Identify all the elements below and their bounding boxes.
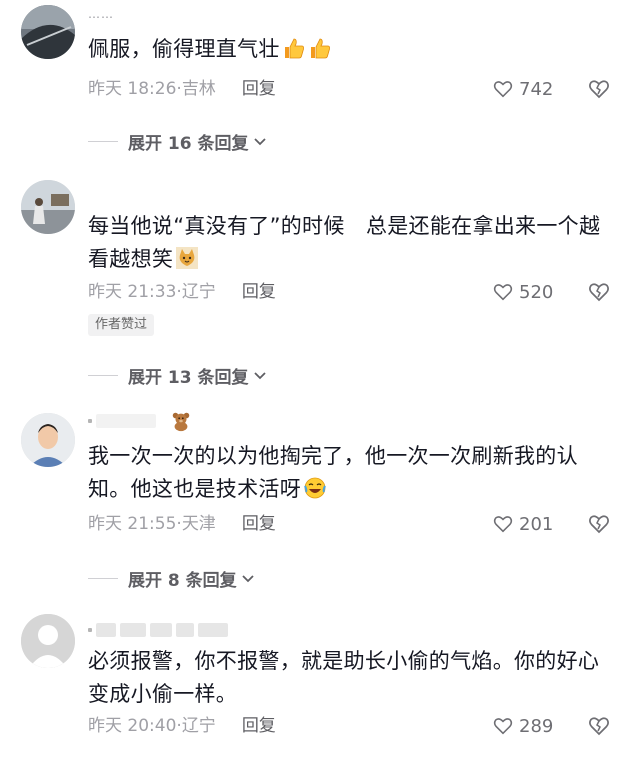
comment-text-content: 我一次一次的以为他掏完了，他一次一次刷新我的认知。他这也是技术活呀 [88, 444, 578, 501]
like-count: 742 [519, 78, 554, 100]
comment-text-content: 每当他说“真没有了”的时候 总是还能在拿出来一个越看越想笑 [88, 214, 601, 271]
expand-replies-label: 展开 13 条回复 [128, 367, 249, 388]
thumbs-up-icon [284, 38, 304, 59]
timestamp: 昨天 18:26 [88, 79, 177, 99]
comment-text: 我一次一次的以为他掏完了，他一次一次刷新我的认知。他这也是技术活呀 [88, 440, 618, 506]
heart-icon [493, 718, 513, 735]
comment-text-content: 必须报警，你不报警，就是助长小偷的气焰。你的好心变成小偷一样。 [88, 649, 600, 706]
cat-icon [176, 247, 199, 269]
avatar-image [21, 5, 75, 59]
location: 吉林 [181, 79, 216, 99]
like-button[interactable]: 289 [492, 714, 553, 738]
avatar[interactable] [21, 5, 75, 59]
expand-replies[interactable]: 展开 13 条回复 [88, 363, 268, 388]
divider-line [88, 374, 118, 376]
chevron-down-icon [242, 575, 254, 583]
username-blur [96, 414, 156, 428]
username-blur [150, 623, 172, 637]
chevron-down-icon [253, 138, 266, 146]
avatar-image [21, 180, 75, 234]
username-blur [88, 628, 92, 632]
comment-meta: 昨天 18:26·吉林 回复 [88, 77, 276, 101]
reply-button[interactable]: 回复 [242, 79, 276, 99]
expand-replies[interactable]: 展开 16 条回复 [88, 129, 268, 154]
like-button[interactable]: 201 [492, 512, 553, 536]
like-button[interactable]: 742 [492, 77, 553, 101]
dislike-icon[interactable] [587, 77, 611, 101]
expand-replies-label: 展开 16 条回复 [128, 133, 249, 154]
heart-icon [493, 81, 513, 98]
divider-line [88, 140, 118, 142]
username-blur [88, 419, 92, 423]
timestamp: 昨天 21:55 [88, 514, 177, 534]
dislike-icon[interactable] [587, 512, 611, 536]
username-blur [120, 623, 146, 637]
timestamp: 昨天 21:33 [88, 282, 177, 302]
timestamp: 昨天 20:40 [88, 716, 177, 736]
teddy-bear-icon [172, 412, 190, 432]
thumbs-up-icon [310, 38, 330, 59]
username[interactable] [88, 411, 192, 432]
comment-meta: 昨天 21:33·辽宁 回复 [88, 280, 276, 304]
dislike-icon[interactable] [587, 714, 611, 738]
author-liked-badge: 作者赞过 [88, 314, 155, 336]
laughing-crying-icon [304, 477, 326, 499]
like-button[interactable]: 520 [492, 280, 553, 304]
heart-icon [493, 284, 513, 301]
username[interactable] [88, 620, 228, 640]
username-blur [96, 623, 116, 637]
comment-meta: 昨天 21:55·天津 回复 [88, 512, 276, 536]
username-text: …… [88, 7, 114, 21]
reply-button[interactable]: 回复 [242, 716, 276, 736]
avatar[interactable] [21, 180, 75, 234]
location: 辽宁 [181, 282, 216, 302]
username[interactable]: …… [88, 4, 114, 24]
avatar[interactable] [21, 413, 75, 467]
like-count: 289 [519, 715, 554, 737]
comment-text-content: 佩服，偷得理直气壮 [88, 37, 280, 61]
avatar-image [21, 413, 75, 467]
like-count: 520 [519, 281, 554, 303]
like-count: 201 [519, 513, 554, 535]
divider-line [88, 577, 118, 579]
reply-button[interactable]: 回复 [242, 282, 276, 302]
location: 天津 [181, 514, 216, 534]
username-blur [176, 623, 194, 637]
reply-button[interactable]: 回复 [242, 514, 276, 534]
expand-replies-label: 展开 8 条回复 [128, 570, 237, 591]
username-blur [198, 623, 228, 637]
comment-text: 每当他说“真没有了”的时候 总是还能在拿出来一个越看越想笑 [88, 210, 618, 276]
comment-text: 佩服，偷得理直气壮 [88, 33, 618, 66]
expand-replies[interactable]: 展开 8 条回复 [88, 566, 256, 591]
heart-icon [493, 516, 513, 533]
comment-meta: 昨天 20:40·辽宁 回复 [88, 714, 276, 738]
comment-text: 必须报警，你不报警，就是助长小偷的气焰。你的好心变成小偷一样。 [88, 645, 618, 711]
location: 辽宁 [181, 716, 216, 736]
avatar[interactable] [21, 614, 75, 668]
dislike-icon[interactable] [587, 280, 611, 304]
default-avatar-icon [21, 614, 75, 668]
chevron-down-icon [253, 372, 266, 380]
